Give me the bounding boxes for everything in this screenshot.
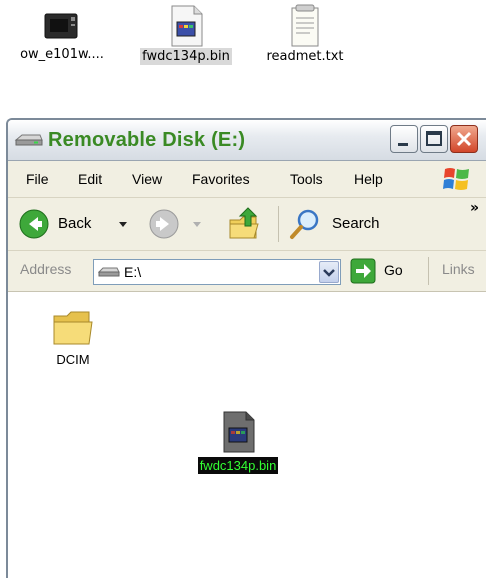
menu-view[interactable]: View [132,171,162,187]
bin-file-icon [171,5,203,47]
desktop-icon-label: ow_e101w.... [20,47,104,62]
toolbar: Back Search » [8,198,486,251]
menu-favorites[interactable]: Favorites [192,171,250,187]
search-button[interactable]: Search [288,206,398,242]
address-input[interactable]: E:\ [93,259,341,285]
file-item-fwdc134p-bin[interactable]: fwdc134p.bin [178,410,298,474]
address-dropdown-button[interactable] [319,261,339,283]
explorer-window: Removable Disk (E:) File Edit View Favor… [6,118,486,578]
menu-tools[interactable]: Tools [290,171,323,187]
window-title: Removable Disk (E:) [48,129,246,151]
maximize-icon [426,131,442,146]
go-label: Go [384,262,403,278]
chevron-down-icon [323,269,335,277]
desktop-icon-readmet-txt[interactable]: readmet.txt [250,4,360,65]
back-arrow-icon [19,209,49,239]
address-bar: Address E:\ Go Links [8,251,486,292]
minimize-icon [398,143,408,146]
back-button[interactable]: Back [18,208,136,240]
monitor-icon [44,13,78,39]
toolbar-separator [278,206,279,242]
forward-button[interactable] [148,208,208,240]
maximize-button[interactable] [420,125,448,153]
up-folder-icon [229,207,259,239]
desktop-icon-label: readmet.txt [266,49,344,64]
forward-arrow-icon [149,209,179,239]
minimize-button[interactable] [390,125,418,153]
desktop-icon-label: fwdc134p.bin [140,48,232,65]
desktop-icon-fwdc134p-bin[interactable]: fwdc134p.bin [127,4,245,65]
file-label: fwdc134p.bin [197,457,279,474]
drive-icon [14,134,43,146]
menu-bar: File Edit View Favorites Tools Help [8,161,486,198]
desktop-icon-ow-e101w[interactable]: ow_e101w.... [6,6,118,63]
go-button[interactable]: Go [350,258,420,286]
close-button[interactable] [450,125,478,153]
folder-icon [53,311,93,345]
chevron-down-icon [119,222,127,227]
file-item-dcim[interactable]: DCIM [38,308,108,367]
text-file-icon [291,4,319,47]
drive-icon [98,267,120,277]
title-bar[interactable]: Removable Disk (E:) [8,120,486,161]
links-separator [428,257,429,285]
file-label: DCIM [56,352,90,367]
up-folder-button[interactable] [226,204,266,244]
chevron-down-icon [193,222,201,227]
menu-help[interactable]: Help [354,171,383,187]
search-icon [290,209,319,239]
toolbar-overflow-button[interactable]: » [470,200,479,216]
close-icon [456,131,472,147]
menu-file[interactable]: File [26,171,49,187]
address-value: E:\ [124,264,142,280]
back-label: Back [58,215,92,232]
address-label: Address [20,261,72,277]
links-button[interactable]: Links [442,261,475,277]
file-view: DCIM fwdc134p.bin [8,292,486,578]
menu-edit[interactable]: Edit [78,171,102,187]
search-label: Search [332,215,380,232]
bin-file-icon [223,411,255,453]
go-arrow-icon [350,258,376,284]
windows-logo-icon [443,168,469,190]
